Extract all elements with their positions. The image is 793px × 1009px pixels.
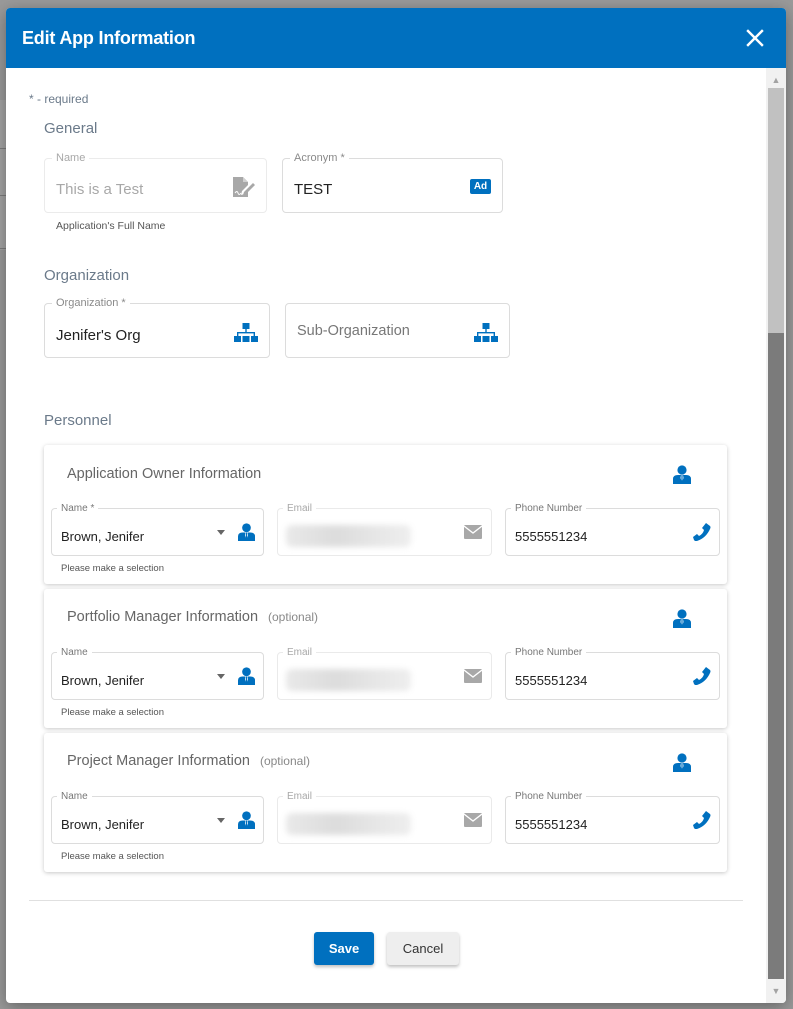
- name-value: Brown, Jenifer: [61, 529, 145, 544]
- org-chart-icon[interactable]: [234, 323, 258, 343]
- scroll-up-arrow-icon[interactable]: ▲: [766, 70, 786, 90]
- card-title-text: Portfolio Manager Information: [67, 609, 259, 625]
- dialog-header: Edit App Information: [6, 8, 786, 68]
- owner-name-hint: Please make a selection: [61, 563, 164, 574]
- project-manager-name-hint: Please make a selection: [61, 851, 164, 862]
- phone-icon: [693, 667, 711, 690]
- scrollbar-thumb[interactable]: [768, 333, 784, 979]
- phone-icon: [693, 811, 711, 834]
- envelope-icon: [463, 813, 483, 832]
- phone-value: 5555551234: [515, 529, 588, 544]
- acronym-field-label: Acronym *: [290, 152, 349, 164]
- person-icon: [673, 753, 691, 777]
- card-title: Application Owner Information: [67, 466, 271, 482]
- close-icon: [746, 29, 764, 47]
- portfolio-manager-card: Portfolio Manager Information (optional) …: [44, 589, 727, 728]
- cancel-button[interactable]: Cancel: [387, 932, 459, 965]
- project-manager-phone-field[interactable]: Phone Number 5555551234: [505, 791, 720, 844]
- card-optional-label: (optional): [259, 754, 310, 768]
- owner-phone-field[interactable]: Phone Number 5555551234: [505, 503, 720, 556]
- person-icon[interactable]: [238, 523, 255, 546]
- card-title: Project Manager Information (optional): [67, 753, 310, 769]
- phone-value: 5555551234: [515, 673, 588, 688]
- section-title-personnel: Personnel: [44, 412, 112, 429]
- project-manager-card: Project Manager Information (optional) Na…: [44, 733, 727, 872]
- email-label: Email: [283, 503, 317, 514]
- person-icon[interactable]: [238, 667, 255, 690]
- save-button[interactable]: Save: [314, 932, 374, 965]
- close-button[interactable]: [746, 25, 764, 51]
- document-edit-icon: [232, 176, 256, 198]
- phone-label: Phone Number: [511, 791, 587, 802]
- name-value: Brown, Jenifer: [61, 817, 145, 832]
- scrollbar-track[interactable]: [768, 88, 784, 979]
- envelope-icon: [463, 525, 483, 544]
- email-label: Email: [283, 791, 317, 802]
- name-field[interactable]: Name This is a Test: [44, 152, 267, 213]
- sub-organization-placeholder: Sub-Organization: [297, 323, 410, 339]
- chevron-down-icon[interactable]: [217, 674, 225, 679]
- organization-field-value: Jenifer's Org: [56, 327, 141, 344]
- name-label: Name: [57, 647, 92, 658]
- vertical-scrollbar[interactable]: ▲ ▼: [766, 68, 786, 1003]
- portfolio-manager-name-hint: Please make a selection: [61, 707, 164, 718]
- footer-divider: [29, 900, 743, 901]
- card-title-text: Project Manager Information: [67, 753, 250, 769]
- chevron-down-icon[interactable]: [217, 818, 225, 823]
- portfolio-manager-email-field[interactable]: Email: [277, 647, 492, 700]
- section-title-organization: Organization: [44, 267, 130, 284]
- card-optional-label: (optional): [268, 610, 319, 624]
- name-field-label: Name: [52, 152, 90, 164]
- dialog-body: * - required General Name This is a Test…: [6, 68, 766, 1003]
- phone-value: 5555551234: [515, 817, 588, 832]
- email-label: Email: [283, 647, 317, 658]
- owner-name-select[interactable]: Name * Brown, Jenifer: [51, 503, 264, 556]
- name-label: Name *: [57, 503, 99, 514]
- portfolio-manager-phone-field[interactable]: Phone Number 5555551234: [505, 647, 720, 700]
- required-note: * - required: [29, 92, 89, 106]
- phone-label: Phone Number: [511, 647, 587, 658]
- email-value-redacted: [286, 525, 411, 547]
- application-owner-card: Application Owner Information Name * Bro…: [44, 445, 727, 584]
- project-manager-name-select[interactable]: Name Brown, Jenifer: [51, 791, 264, 844]
- edit-app-dialog: Edit App Information * - required Genera…: [6, 8, 786, 1003]
- person-icon: [673, 465, 691, 489]
- name-field-hint: Application's Full Name: [56, 220, 166, 232]
- project-manager-email-field[interactable]: Email: [277, 791, 492, 844]
- phone-label: Phone Number: [511, 503, 587, 514]
- person-icon[interactable]: [238, 811, 255, 834]
- name-field-value: This is a Test: [56, 181, 144, 198]
- person-icon: [673, 609, 691, 633]
- section-title-general: General: [44, 120, 98, 137]
- envelope-icon: [463, 669, 483, 688]
- email-value-redacted: [286, 813, 411, 835]
- chevron-down-icon[interactable]: [217, 530, 225, 535]
- card-title-text: Application Owner Information: [67, 466, 262, 482]
- email-value-redacted: [286, 669, 411, 691]
- card-title: Portfolio Manager Information (optional): [67, 609, 318, 625]
- ad-badge-icon: Ad: [470, 179, 491, 194]
- name-label: Name: [57, 791, 92, 802]
- org-chart-icon[interactable]: [474, 323, 498, 343]
- organization-field-label: Organization *: [52, 297, 130, 309]
- acronym-field-value: TEST: [294, 181, 333, 198]
- portfolio-manager-name-select[interactable]: Name Brown, Jenifer: [51, 647, 264, 700]
- name-value: Brown, Jenifer: [61, 673, 145, 688]
- owner-email-field[interactable]: Email: [277, 503, 492, 556]
- dialog-title: Edit App Information: [22, 27, 196, 48]
- organization-field[interactable]: Organization * Jenifer's Org: [44, 297, 270, 358]
- acronym-field[interactable]: Acronym * TEST Ad: [282, 152, 503, 213]
- phone-icon: [693, 523, 711, 546]
- scroll-down-arrow-icon[interactable]: ▼: [766, 981, 786, 1001]
- sub-organization-field[interactable]: Sub-Organization: [285, 303, 510, 358]
